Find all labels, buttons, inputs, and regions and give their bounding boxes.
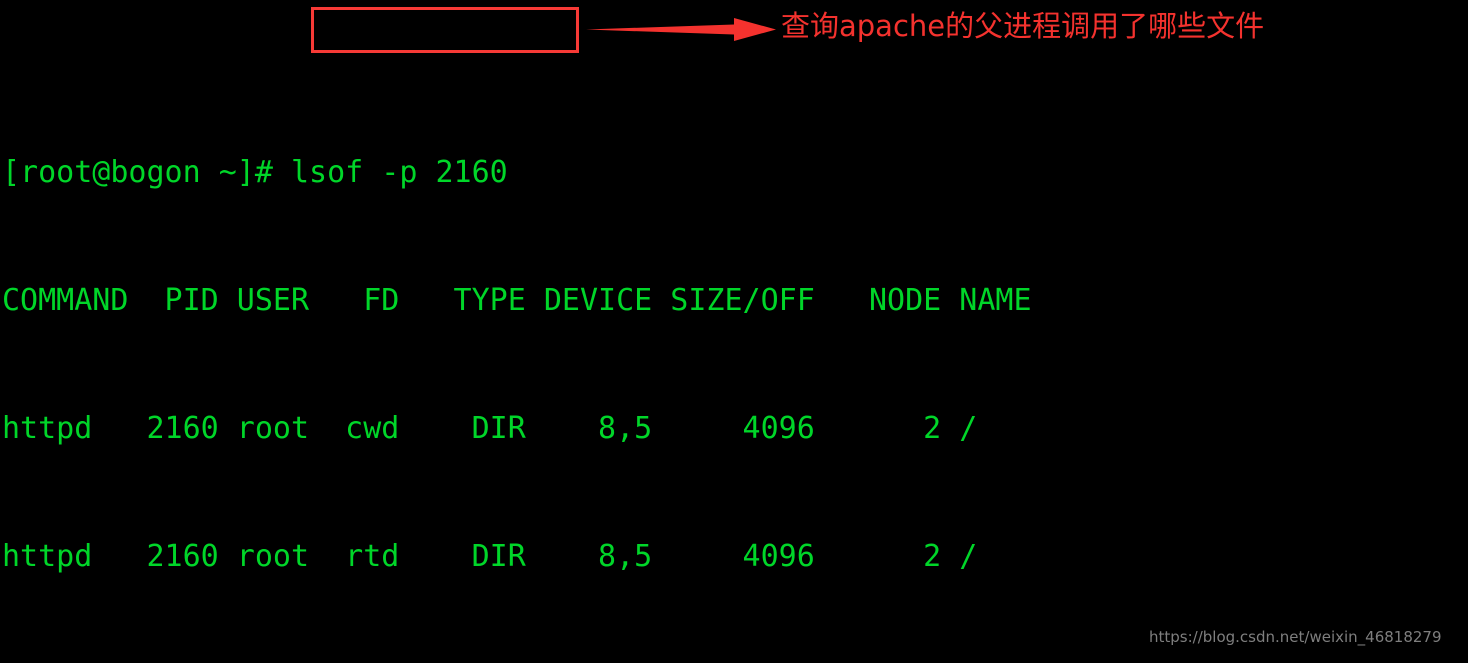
table-row: httpd 2160 root cwd DIR 8,5 4096 2 /: [2, 410, 978, 446]
terminal-header-line: COMMAND PID USER FD TYPE DEVICE SIZE/OFF…: [2, 283, 1032, 319]
table-row: httpd 2160 root rtd DIR 8,5 4096 2 /: [2, 538, 978, 574]
terminal-output[interactable]: [root@bogon ~]# lsof -p 2160 COMMAND PID…: [0, 0, 1468, 663]
terminal-line-clipped-top: [2, 55, 1468, 67]
annotation-text: 查询apache的父进程调用了哪些文件: [781, 9, 1265, 43]
watermark: https://blog.csdn.net/weixin_46818279: [1149, 628, 1442, 646]
terminal-screenshot: [root@bogon ~]# lsof -p 2160 COMMAND PID…: [0, 0, 1468, 663]
terminal-prompt-line: [root@bogon ~]# lsof -p 2160: [2, 155, 508, 191]
